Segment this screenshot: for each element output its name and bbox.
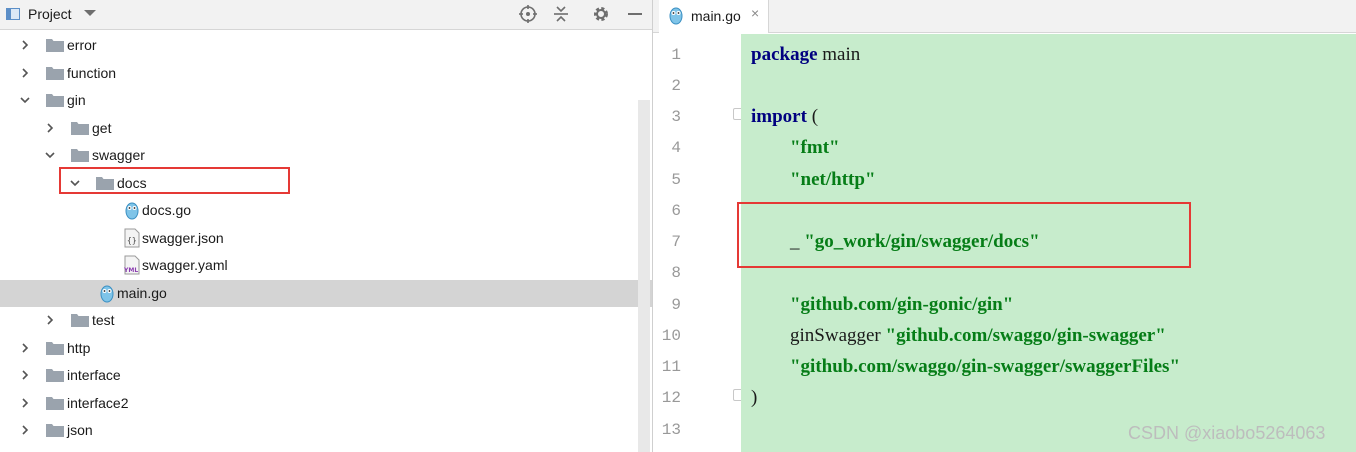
folder-icon <box>71 147 89 162</box>
tree-label: function <box>67 64 117 81</box>
tree-scrollbar[interactable] <box>638 100 650 452</box>
tree-label: swagger.yaml <box>142 257 228 273</box>
line-number: 10 <box>661 327 681 345</box>
highlight-box-docs <box>59 167 290 194</box>
tree-row-error[interactable]: error <box>0 32 652 60</box>
chevron-right-icon[interactable] <box>45 122 55 133</box>
close-icon[interactable]: × <box>751 5 759 21</box>
tree-row-swagger-yaml[interactable]: YML swagger.yaml <box>0 252 652 280</box>
tree-label: gin <box>67 92 86 108</box>
line-number: 13 <box>661 421 681 439</box>
tree-label: http <box>67 339 91 356</box>
folder-icon <box>46 395 64 410</box>
code-line-9: "github.com/gin-gonic/gin" <box>790 294 1014 315</box>
tree-label: interface2 <box>67 394 129 411</box>
tree-label: json <box>67 422 93 438</box>
chevron-down-icon[interactable] <box>45 150 55 160</box>
chevron-right-icon[interactable] <box>45 315 55 325</box>
line-number: 4 <box>671 139 681 157</box>
folder-icon <box>46 37 64 52</box>
chevron-right-icon[interactable] <box>20 40 30 50</box>
editor-tabbar: main.go × <box>653 0 1356 33</box>
tree-row-gin[interactable]: gin <box>0 87 652 115</box>
line-number: 8 <box>671 264 681 282</box>
line-number: 9 <box>671 296 681 314</box>
chevron-right-icon[interactable] <box>20 370 30 380</box>
tree-label: interface <box>67 367 121 383</box>
project-panel: Project error function gin get swagger docs do… <box>0 0 652 452</box>
chevron-down-icon[interactable] <box>84 10 96 16</box>
tree-row-main-go[interactable]: main.go <box>0 279 652 307</box>
collapse-all-icon[interactable] <box>550 4 572 26</box>
tree-label: swagger.json <box>142 229 224 246</box>
line-number: 11 <box>661 358 681 376</box>
tab-label: main.go <box>691 8 741 24</box>
line-number: 5 <box>671 171 681 189</box>
folder-icon <box>46 65 64 80</box>
chevron-right-icon[interactable] <box>20 397 30 408</box>
code-line-4: "fmt" <box>790 137 840 158</box>
folder-icon <box>71 312 89 327</box>
tree-label: docs.go <box>142 202 192 218</box>
json-file-icon: {} <box>123 228 141 248</box>
chevron-right-icon[interactable] <box>20 67 30 78</box>
line-number: 2 <box>671 77 681 95</box>
code-line-1: package main <box>751 44 861 65</box>
line-number: 6 <box>671 202 681 220</box>
tree-row-get[interactable]: get <box>0 115 652 143</box>
tree-row-swagger[interactable]: swagger <box>0 142 652 170</box>
code-line-10: ginSwagger "github.com/swaggo/gin-swagge… <box>790 325 1166 346</box>
folder-icon <box>71 120 89 135</box>
tree-row-docs-go[interactable]: docs.go <box>0 197 652 225</box>
project-window-icon <box>6 8 20 20</box>
tree-label: main.go <box>117 284 167 301</box>
project-toolbar: Project <box>0 0 652 30</box>
locate-icon[interactable] <box>517 4 539 26</box>
yaml-file-icon: YML <box>123 255 141 275</box>
gear-icon[interactable] <box>590 4 612 26</box>
code-line-3: import ( <box>751 106 819 127</box>
highlight-box-import <box>737 202 1191 268</box>
folder-icon <box>46 340 64 355</box>
svg-text:{}: {} <box>127 236 137 245</box>
line-gutter: 1 2 3 4 5 6 7 8 9 10 11 12 13 <box>653 34 743 452</box>
tree-label: test <box>92 312 115 328</box>
folder-icon <box>46 422 64 437</box>
tab-main-go[interactable]: main.go × <box>659 0 769 33</box>
code-line-11: "github.com/swaggo/gin-swagger/swaggerFi… <box>790 356 1180 377</box>
svg-text:YML: YML <box>123 267 138 274</box>
gopher-icon <box>667 5 685 25</box>
gopher-icon <box>98 283 116 303</box>
chevron-right-icon[interactable] <box>20 342 30 353</box>
folder-icon <box>46 367 64 382</box>
tree-row-interface2[interactable]: interface2 <box>0 390 652 418</box>
tree-row-swagger-json[interactable]: {} swagger.json <box>0 225 652 253</box>
line-number: 7 <box>671 233 681 251</box>
code-line-5: "net/http" <box>790 169 876 190</box>
minimize-icon[interactable] <box>624 4 646 26</box>
project-title[interactable]: Project <box>28 6 72 22</box>
tree-row-interface[interactable]: interface <box>0 362 652 390</box>
chevron-right-icon[interactable] <box>20 425 30 435</box>
tree-label: swagger <box>92 147 145 163</box>
line-number: 3 <box>671 108 681 126</box>
line-number: 1 <box>671 46 681 64</box>
tree-row-json[interactable]: json <box>0 417 652 445</box>
code-line-12: ) <box>751 387 758 408</box>
tree-label: error <box>67 37 97 53</box>
tree-row-http[interactable]: http <box>0 335 652 363</box>
tree-row-test[interactable]: test <box>0 307 652 335</box>
line-number: 12 <box>661 389 681 407</box>
gopher-icon <box>123 200 141 220</box>
watermark: CSDN @xiaobo5264063 <box>1128 423 1326 443</box>
chevron-down-icon[interactable] <box>20 95 30 105</box>
tree-row-function[interactable]: function <box>0 60 652 88</box>
folder-icon <box>46 92 64 107</box>
tree-label: get <box>92 119 112 136</box>
